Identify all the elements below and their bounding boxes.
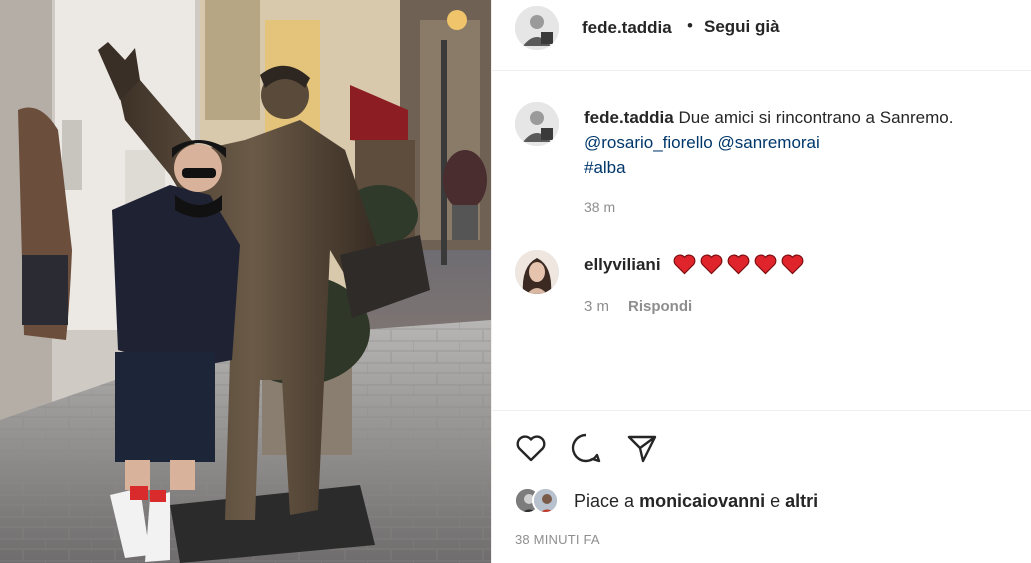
caption-username[interactable]: fede.taddia xyxy=(584,108,674,127)
hashtag-alba[interactable]: #alba xyxy=(584,158,626,177)
red-heart-icon xyxy=(700,254,723,275)
heart-outline-icon[interactable] xyxy=(514,431,548,465)
post-photo[interactable] xyxy=(0,0,491,563)
comment-text xyxy=(673,253,804,275)
likes-text: Piace a monicaiovanni e altri xyxy=(574,491,818,512)
speech-bubble-icon[interactable] xyxy=(569,431,603,465)
author-username[interactable]: fede.taddia xyxy=(582,18,672,38)
likes-prefix: Piace a xyxy=(574,491,635,511)
red-heart-icon xyxy=(754,254,777,275)
separator-dot: • xyxy=(687,16,693,35)
commenter-avatar[interactable] xyxy=(515,250,559,294)
red-heart-icon xyxy=(727,254,750,275)
caption-body: Due amici si rincontrano a Sanremo. xyxy=(678,108,954,127)
likes-others-link[interactable]: altri xyxy=(785,491,818,511)
comment-timestamp[interactable]: 3 m xyxy=(584,298,609,315)
likes-connector: e xyxy=(770,491,781,511)
red-heart-icon xyxy=(781,254,804,275)
liker-username[interactable]: monicaiovanni xyxy=(639,491,765,511)
post-image xyxy=(0,0,491,563)
post-details-panel: fede.taddia • Segui già fede.taddia Due … xyxy=(491,0,1031,563)
post-timestamp[interactable]: 38 MINUTI FA xyxy=(515,532,600,547)
liker-avatar xyxy=(532,487,559,514)
comment-username[interactable]: ellyviliani xyxy=(584,255,661,275)
mention-rosario-fiorello[interactable]: @rosario_fiorello xyxy=(584,133,713,152)
reply-button[interactable]: Rispondi xyxy=(628,298,692,315)
post-header: fede.taddia • Segui già xyxy=(492,0,1031,71)
caption-author-avatar[interactable] xyxy=(515,102,559,146)
author-avatar[interactable] xyxy=(515,6,559,50)
red-heart-icon xyxy=(673,254,696,275)
mention-sanremorai[interactable]: @sanremorai xyxy=(718,133,820,152)
follow-button[interactable]: Segui già xyxy=(704,17,780,37)
post-actions: Piace a monicaiovanni e altri 38 MINUTI … xyxy=(492,410,1031,563)
caption-text: fede.taddia Due amici si rincontrano a S… xyxy=(584,105,1014,180)
paper-plane-icon[interactable] xyxy=(625,431,659,465)
likes-summary[interactable]: Piace a monicaiovanni e altri xyxy=(514,487,1014,517)
caption-timestamp[interactable]: 38 m xyxy=(584,199,615,215)
